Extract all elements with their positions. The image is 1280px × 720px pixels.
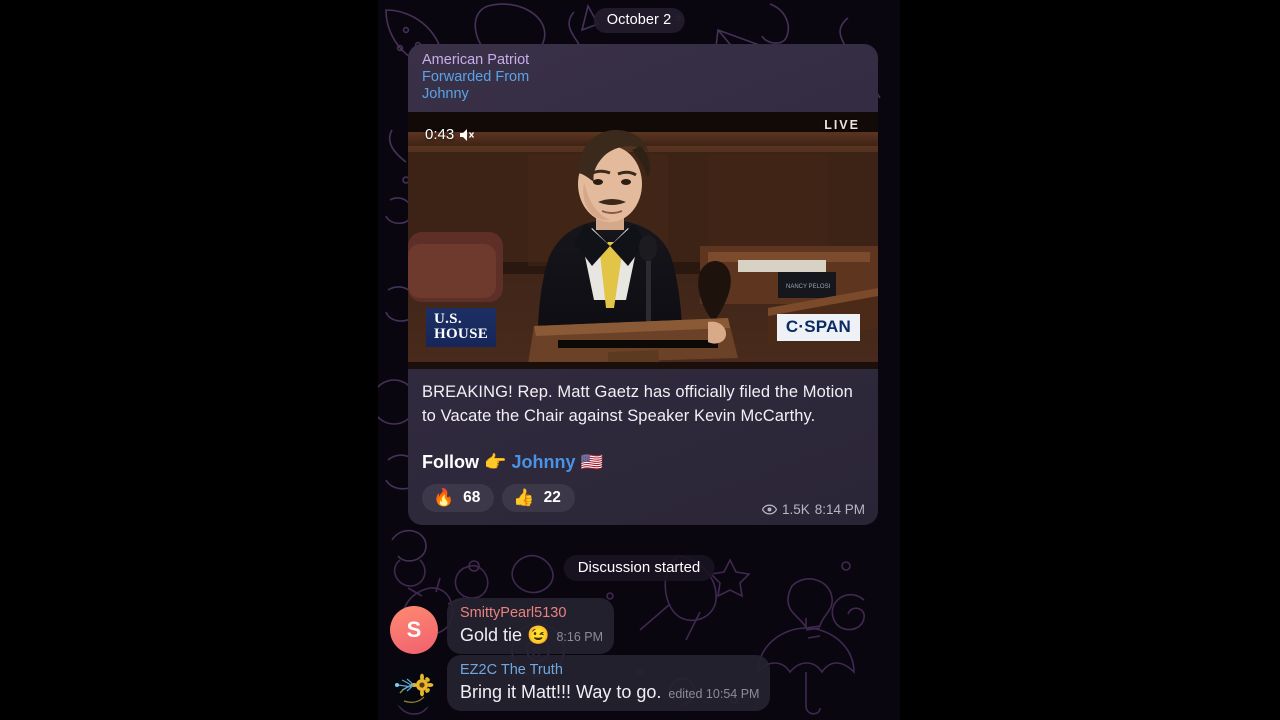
us-house-logo-line1: U.S.	[434, 311, 462, 327]
reaction-thumbs-up[interactable]: 👍 22	[502, 484, 575, 512]
comment-item[interactable]: EZ2C The Truth Bring it Matt!!! Way to g…	[390, 655, 771, 711]
us-flag-icon: 🇺🇸	[580, 452, 603, 472]
follow-line: Follow 👉 Johnny 🇺🇸	[422, 450, 864, 474]
comment-bubble[interactable]: EZ2C The Truth Bring it Matt!!! Way to g…	[447, 655, 771, 711]
forward-header: American Patriot Forwarded From Johnny	[408, 44, 878, 112]
caption-body: BREAKING! Rep. Matt Gaetz has officially…	[422, 383, 853, 425]
forwarded-from-name[interactable]: Johnny	[422, 86, 866, 103]
comment-author[interactable]: EZ2C The Truth	[460, 661, 759, 680]
avatar[interactable]	[390, 663, 438, 711]
message-time: 8:14 PM	[814, 502, 865, 517]
screenshot-root: 8 October 2 American Patriot	[0, 0, 1280, 720]
reaction-fire[interactable]: 🔥 68	[422, 484, 495, 512]
service-message-discussion-started: Discussion started	[563, 555, 715, 581]
message-meta: 1.5K 8:14 PM	[761, 502, 865, 517]
comment-item[interactable]: S SmittyPearl5130 Gold tie 😉 8:16 PM	[390, 598, 615, 654]
follow-link[interactable]: Johnny	[511, 452, 575, 472]
comment-time: edited 10:54 PM	[668, 687, 760, 701]
us-house-logo: U.S. HOUSE	[426, 308, 497, 347]
pointing-finger-icon: 👉	[484, 452, 507, 472]
follow-label: Follow	[422, 452, 479, 472]
comment-author[interactable]: SmittyPearl5130	[460, 604, 603, 623]
message-caption: BREAKING! Rep. Matt Gaetz has officially…	[408, 369, 878, 478]
eye-icon	[761, 504, 777, 515]
date-badge: October 2	[593, 8, 685, 33]
avatar[interactable]: S	[390, 606, 438, 654]
forwarded-media-message[interactable]: American Patriot Forwarded From Johnny N…	[408, 44, 878, 525]
view-count: 1.5K	[781, 502, 810, 517]
live-badge: LIVE	[824, 118, 860, 132]
video-duration: 0:43	[425, 126, 455, 143]
comment-text: Bring it Matt!!! Way to go.	[460, 682, 662, 702]
fire-icon: 🔥	[433, 488, 455, 507]
avatar-photo-dragonfly-sunflower	[390, 663, 438, 711]
video-player[interactable]: NANCY PELOSI 0:43 LIVE U.S. HOUSE C·SPAN	[408, 112, 878, 369]
comment-text: Gold tie 😉	[460, 625, 550, 645]
forwarded-from-label: Forwarded From	[422, 69, 530, 85]
us-house-logo-line2: HOUSE	[434, 326, 489, 342]
comment-bubble[interactable]: SmittyPearl5130 Gold tie 😉 8:16 PM	[447, 598, 615, 654]
muted-speaker-icon[interactable]	[459, 128, 475, 142]
svg-text:NANCY PELOSI: NANCY PELOSI	[786, 284, 831, 290]
comment-time: 8:16 PM	[556, 630, 604, 644]
channel-name: American Patriot	[422, 52, 530, 68]
thumbs-up-icon: 👍	[513, 488, 535, 507]
cspan-logo: C·SPAN	[776, 314, 860, 341]
telegram-chat-screen: 8 October 2 American Patriot	[378, 0, 900, 720]
reaction-thumbs-up-count: 22	[543, 489, 561, 506]
video-timer: 0:43	[425, 126, 475, 143]
reaction-fire-count: 68	[463, 489, 481, 506]
